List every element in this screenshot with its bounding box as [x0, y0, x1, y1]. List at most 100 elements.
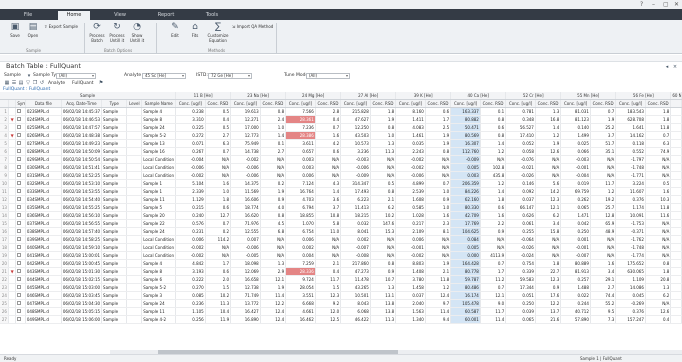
type-cell[interactable]: Sample: [101, 179, 128, 188]
level-cell[interactable]: [126, 115, 143, 124]
table-row[interactable]: 6 028SMPL.d 06/02/18 14:50:09 Sample Sample …: [0, 147, 682, 156]
type-cell[interactable]: Sample: [101, 211, 128, 220]
data-file-cell[interactable]: 048SMPL.d: [25, 307, 62, 316]
row-checkbox-cell[interactable]: [15, 163, 26, 172]
data-file-cell[interactable]: 030SMPL.d: [25, 163, 62, 172]
table-row[interactable]: 16 038SMPL.d 06/02/18 14:57:40 Sample Sample…: [0, 227, 682, 236]
table-row[interactable]: 21 ▼ 043SMPL.d 06/02/18 15:01:30 Sample Sampl…: [0, 267, 682, 276]
type-cell[interactable]: Sample: [101, 203, 128, 212]
type-cell[interactable]: Sample: [101, 243, 128, 252]
column-header[interactable]: Level: [126, 99, 143, 108]
table-row[interactable]: 18 040SMPL.d 06/02/18 14:59:10 Sample Local …: [0, 243, 682, 252]
level-cell[interactable]: [126, 131, 143, 140]
table-row[interactable]: 4 ▼ 026SMPL.d 06/02/18 14:48:38 Sample Sample…: [0, 131, 682, 140]
table-row[interactable]: 14 036SMPL.d 06/02/18 14:56:10 Sample Sample…: [0, 211, 682, 220]
tab-file[interactable]: File: [12, 11, 44, 20]
level-cell[interactable]: [126, 243, 143, 252]
sample-name-cell[interactable]: Sample 20: [141, 211, 177, 220]
customize-equation-button[interactable]: ∑ Customize Equation: [206, 22, 230, 43]
column-header[interactable]: Sym: [15, 99, 26, 108]
sample-name-cell[interactable]: Local Condition: [141, 155, 177, 164]
type-cell[interactable]: Sample: [101, 251, 128, 260]
data-file-cell[interactable]: 038SMPL.d: [25, 227, 62, 236]
level-cell[interactable]: [126, 315, 143, 324]
row-checkbox[interactable]: [17, 229, 22, 233]
row-checkbox-cell[interactable]: [15, 283, 26, 292]
fits-button[interactable]: ⌂ Fits: [186, 22, 204, 38]
row-checkbox[interactable]: [17, 173, 22, 177]
column-group-header[interactable]: 60 Ni: [670, 92, 682, 100]
process-until-button[interactable]: ↻ Process Untill it: [108, 22, 126, 43]
dropdown-icon[interactable]: ▾: [26, 73, 32, 79]
data-file-cell[interactable]: 026SMPL.d: [25, 131, 62, 140]
row-checkbox-cell[interactable]: [15, 179, 26, 188]
row-checkbox-cell[interactable]: [15, 131, 26, 140]
table-row[interactable]: 26 048SMPL.d 06/02/18 15:05:15 Sample Sample…: [0, 307, 682, 316]
data-file-cell[interactable]: 044SMPL.d: [25, 275, 62, 284]
level-cell[interactable]: [126, 211, 143, 220]
type-cell[interactable]: Sample: [101, 227, 128, 236]
row-checkbox-cell[interactable]: [15, 155, 26, 164]
sample-name-cell[interactable]: Sample 8: [141, 115, 177, 124]
table-row[interactable]: 7 029SMPL.d 06/02/18 14:50:54 Sample Local C…: [0, 155, 682, 164]
column-header[interactable]: [0, 99, 9, 108]
data-file-cell[interactable]: 037SMPL.d: [25, 219, 62, 228]
data-file-cell[interactable]: 039SMPL.d: [25, 235, 62, 244]
data-file-cell[interactable]: 035SMPL.d: [25, 203, 62, 212]
close-panel-icon[interactable]: ×: [672, 64, 678, 70]
level-cell[interactable]: [126, 187, 143, 196]
row-checkbox-cell[interactable]: [15, 123, 26, 132]
data-file-cell[interactable]: 025SMPL.d: [25, 123, 62, 132]
level-cell[interactable]: [126, 171, 143, 180]
column-header[interactable]: [670, 99, 682, 108]
row-checkbox[interactable]: [17, 165, 22, 169]
sample-name-cell[interactable]: Sample 1: [141, 187, 177, 196]
type-cell[interactable]: Sample: [101, 131, 128, 140]
column-header[interactable]: Conc. [ug/l]: [560, 99, 591, 108]
pin-icon[interactable]: ◂: [664, 64, 670, 70]
type-cell[interactable]: Sample: [101, 155, 128, 164]
column-header[interactable]: Conc. [ug/l]: [175, 99, 206, 108]
grid-icon[interactable]: ▦: [4, 80, 10, 86]
sample-name-cell[interactable]: Sample 13: [141, 139, 177, 148]
data-file-cell[interactable]: 029SMPL.d: [25, 155, 62, 164]
table-row[interactable]: 11 033SMPL.d 06/02/18 14:53:55 Sample Sample…: [0, 187, 682, 196]
row-checkbox[interactable]: [17, 309, 22, 313]
sample-name-cell[interactable]: Sample 8: [141, 267, 177, 276]
row-checkbox[interactable]: [17, 197, 22, 201]
tab-tools[interactable]: Tools: [196, 11, 228, 20]
table-row[interactable]: 10 032SMPL.d 06/02/18 14:53:10 Sample Sample…: [0, 179, 682, 188]
row-checkbox[interactable]: [17, 221, 22, 225]
row-checkbox-cell[interactable]: [15, 251, 26, 260]
flag-icon[interactable]: ⚑: [98, 80, 104, 86]
column-header[interactable]: Conc. [ug/l]: [450, 99, 481, 108]
column-header[interactable]: Conc. [ug/l]: [285, 99, 316, 108]
row-checkbox-cell[interactable]: [15, 219, 26, 228]
sample-name-cell[interactable]: Sample 24: [141, 123, 177, 132]
data-file-cell[interactable]: 028SMPL.d: [25, 147, 62, 156]
sample-name-cell[interactable]: Local Condition: [141, 235, 177, 244]
row-checkbox-cell[interactable]: [15, 307, 26, 316]
sample-name-cell[interactable]: Sample 6: [141, 275, 177, 284]
column-group-header[interactable]: 56 Fe [He]: [615, 92, 672, 100]
data-file-cell[interactable]: 043SMPL.d: [25, 267, 62, 276]
type-cell[interactable]: Sample: [101, 171, 128, 180]
row-checkbox[interactable]: [17, 141, 22, 145]
sample-name-cell[interactable]: Local Condition: [141, 251, 177, 260]
column-header[interactable]: Conc. RSD: [590, 99, 617, 108]
sample-name-cell[interactable]: Local Condition: [141, 163, 177, 172]
level-cell[interactable]: [126, 283, 143, 292]
row-checkbox[interactable]: [17, 117, 22, 121]
data-file-cell[interactable]: 047SMPL.d: [25, 299, 62, 308]
row-checkbox[interactable]: [17, 189, 22, 193]
level-cell[interactable]: [126, 259, 143, 268]
sample-name-cell[interactable]: Sample 5: [141, 203, 177, 212]
row-checkbox[interactable]: [17, 277, 22, 281]
type-cell[interactable]: Sample: [101, 283, 128, 292]
maximize-button[interactable]: ▢: [663, 1, 669, 8]
column-group-header[interactable]: 40 Ca [He]: [450, 92, 507, 100]
tab-home[interactable]: Home: [58, 11, 90, 20]
level-cell[interactable]: [126, 107, 143, 116]
data-file-cell[interactable]: 031SMPL.d: [25, 171, 62, 180]
level-cell[interactable]: [126, 195, 143, 204]
